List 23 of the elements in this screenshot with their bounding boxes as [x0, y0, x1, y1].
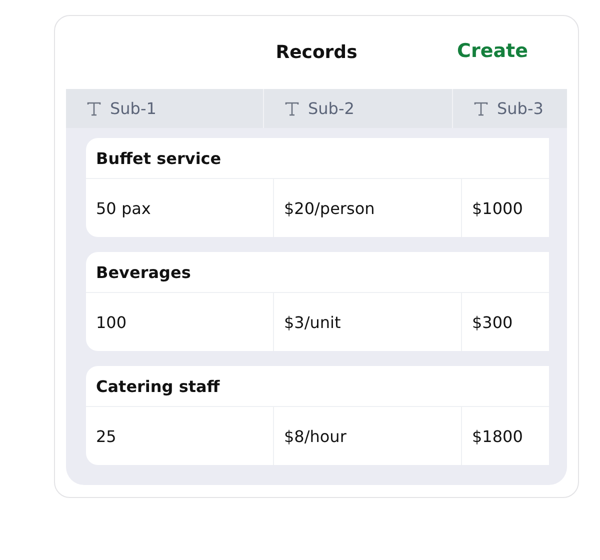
record-title: Buffet service — [86, 138, 549, 179]
table-cell: $20/person — [274, 179, 462, 237]
table-cell-text: $1000 — [471, 198, 524, 220]
table-cell: 50 pax — [86, 179, 274, 237]
record-card[interactable]: Buffet service 50 pax $20/person $1000 — [86, 138, 549, 237]
table-cell-text: $300 — [471, 312, 514, 334]
column-header[interactable]: Sub-2 — [264, 89, 453, 128]
record-title: Beverages — [86, 252, 549, 293]
text-type-icon — [284, 100, 300, 116]
page-title: Records — [276, 42, 358, 63]
record-card[interactable]: Catering staff 25 $8/hour $1800 — [86, 366, 549, 465]
create-button[interactable]: Create — [457, 40, 528, 62]
column-header[interactable]: Sub-3 — [453, 89, 567, 128]
record-title: Catering staff — [86, 366, 549, 407]
table-cell: 25 — [86, 407, 274, 465]
text-type-icon — [86, 100, 102, 116]
table-cell: $8/hour — [274, 407, 462, 465]
column-header[interactable]: Sub-1 — [66, 89, 264, 128]
table-cell: 100 — [86, 293, 274, 351]
record-card[interactable]: Beverages 100 $3/unit $300 — [86, 252, 549, 351]
table-cell: $3/unit — [274, 293, 462, 351]
table-cell-text: $1800 — [471, 426, 524, 448]
text-type-icon — [473, 100, 489, 116]
